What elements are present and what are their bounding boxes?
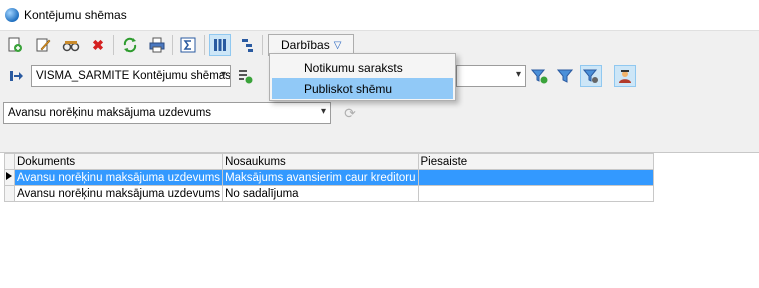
toolbar-separator — [172, 35, 173, 55]
chevron-down-icon: ▾ — [320, 106, 326, 117]
grid-header-row: Dokuments Nosaukums Piesaiste — [4, 153, 654, 170]
document-type-select[interactable]: Avansu norēķinu maksājuma uzdevums ▾ — [3, 102, 331, 124]
new-icon[interactable] — [4, 34, 26, 56]
row-indicator-header — [4, 153, 15, 170]
filter-settings-icon[interactable] — [580, 65, 602, 87]
cell-dokuments[interactable]: Avansu norēķinu maksājuma uzdevums — [13, 185, 224, 202]
sum-icon[interactable] — [177, 34, 199, 56]
table-row[interactable]: Avansu norēķinu maksājuma uzdevums Maksā… — [4, 169, 654, 186]
chevron-down-icon: ▾ — [220, 69, 226, 80]
user-icon[interactable] — [614, 65, 636, 87]
add-filter-icon[interactable] — [529, 65, 551, 87]
row-pointer-icon — [4, 169, 15, 186]
toolbar-separator — [113, 35, 114, 55]
cell-nosaukums[interactable]: Maksājums avansierim caur kreditoru — [222, 169, 419, 186]
table-row[interactable]: Avansu norēķinu maksājuma uzdevums No sa… — [4, 185, 654, 202]
menu-item-notikumu-saraksts[interactable]: Notikumu saraksts — [272, 57, 453, 78]
column-header[interactable]: Piesaiste — [417, 153, 654, 170]
print-icon[interactable] — [146, 34, 168, 56]
actions-label: Darbības — [281, 38, 330, 52]
data-grid: Dokuments Nosaukums Piesaiste Avansu nor… — [4, 153, 654, 202]
column-header[interactable]: Dokuments — [13, 153, 224, 170]
actions-menu: Notikumu saraksts Publiskot shēmu — [269, 53, 456, 101]
column-header[interactable]: Nosaukums — [222, 153, 419, 170]
cell-nosaukums[interactable]: No sadalījuma — [222, 185, 419, 202]
import-arrow-icon[interactable] — [6, 65, 28, 87]
refresh-disabled-icon: ⟳ — [344, 104, 356, 121]
add-list-icon[interactable] — [234, 65, 256, 87]
chevron-down-icon: ▽ — [333, 39, 342, 51]
scheme-select-value: VISMA_SARMITE Kontējumu shēmas — [36, 70, 231, 82]
cell-piesaiste[interactable] — [417, 185, 654, 202]
view-icon[interactable] — [60, 34, 82, 56]
chevron-down-icon: ▾ — [515, 69, 521, 80]
menu-item-publiskot-shemu[interactable]: Publiskot shēmu — [272, 78, 453, 99]
document-type-value: Avansu norēķinu maksājuma uzdevums — [8, 107, 212, 119]
secondary-select[interactable]: ▾ — [456, 65, 526, 87]
cell-dokuments[interactable]: Avansu norēķinu maksājuma uzdevums — [13, 169, 224, 186]
delete-icon[interactable]: ✖ — [87, 34, 109, 56]
toolbar-separator — [204, 35, 205, 55]
title-bar: Kontējumu shēmas — [0, 0, 759, 30]
grid-view-icon[interactable] — [209, 34, 231, 56]
cell-piesaiste[interactable] — [417, 169, 654, 186]
data-grid-area: Dokuments Nosaukums Piesaiste Avansu nor… — [0, 152, 759, 288]
refresh-icon[interactable] — [119, 34, 141, 56]
row-indicator — [4, 185, 15, 202]
tree-view-icon[interactable] — [236, 34, 258, 56]
app-globe-icon — [5, 8, 19, 22]
edit-icon[interactable] — [32, 34, 54, 56]
scheme-select[interactable]: VISMA_SARMITE Kontējumu shēmas ▾ — [31, 65, 231, 87]
window-title: Kontējumu shēmas — [24, 8, 127, 22]
toolbar-separator — [262, 35, 263, 55]
filter-icon[interactable] — [554, 65, 576, 87]
